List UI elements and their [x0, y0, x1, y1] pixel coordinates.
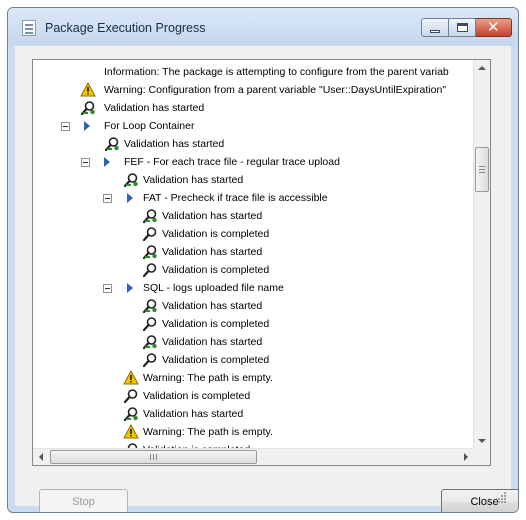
validation-started-icon [142, 208, 158, 224]
collapse-icon[interactable] [81, 158, 90, 167]
tree-row-label: Warning: Configuration from a parent var… [104, 84, 447, 96]
container-arrow-icon [84, 121, 90, 131]
tree-row[interactable]: FEF - For each trace file - regular trac… [33, 153, 474, 171]
tree-row[interactable]: Validation has started [33, 207, 474, 225]
tree-row[interactable]: Validation is completed [33, 261, 474, 279]
validation-started-icon [142, 244, 158, 260]
container-arrow-icon [127, 193, 133, 203]
tree-row-label: Validation has started [104, 102, 205, 114]
tree-row-label: Information: The package is attempting t… [104, 66, 449, 78]
tree-row[interactable]: FAT - Precheck if trace file is accessib… [33, 189, 474, 207]
title-bar[interactable]: Package Execution Progress ✕ [8, 8, 518, 46]
tree-row[interactable]: Validation has started [33, 171, 474, 189]
tree-row[interactable]: For Loop Container [33, 117, 474, 135]
validation-started-icon [80, 100, 96, 116]
scroll-corner [473, 448, 490, 465]
tree-row-label: Validation has started [162, 246, 263, 258]
package-document-icon [22, 20, 36, 36]
close-icon: ✕ [487, 18, 500, 36]
tree-row[interactable]: Validation is completed [33, 387, 474, 405]
collapse-icon[interactable] [61, 122, 70, 131]
tree-row-label: SQL - logs uploaded file name [143, 282, 284, 294]
scroll-left-icon[interactable] [39, 453, 43, 461]
tree-row-label: FEF - For each trace file - regular trac… [124, 156, 340, 168]
tree-row-label: For Loop Container [104, 120, 195, 132]
minimize-button[interactable] [421, 18, 449, 37]
tree-row[interactable]: Validation has started [33, 297, 474, 315]
tree-row-label: Validation is completed [162, 354, 270, 366]
container-arrow-icon [127, 283, 133, 293]
tree-row[interactable]: SQL - logs uploaded file name [33, 279, 474, 297]
validation-completed-icon [142, 262, 158, 278]
minimize-icon [430, 30, 440, 33]
dialog-client-area: Validation is completed Warning: The path… [15, 46, 518, 512]
tree-row[interactable]: Validation has started [33, 405, 474, 423]
tree-row-label: Warning: The path is empty. [143, 372, 273, 384]
tree-row-label: Validation is completed [162, 228, 270, 240]
maximize-button[interactable] [449, 18, 476, 37]
warning-icon [123, 369, 139, 386]
tree-row[interactable]: Warning: Configuration from a parent var… [33, 81, 474, 99]
scroll-down-icon[interactable] [478, 439, 486, 443]
tree-row-label: Validation has started [162, 210, 263, 222]
warning-icon [80, 81, 96, 98]
package-execution-progress-window: Package Execution Progress ✕ Validation … [7, 7, 519, 513]
validation-started-icon [142, 298, 158, 314]
scroll-right-icon[interactable] [464, 453, 468, 461]
tree-row[interactable]: Validation is completed [33, 225, 474, 243]
tree-row-label: FAT - Precheck if trace file is accessib… [143, 192, 328, 204]
tree-row[interactable]: Validation has started [33, 135, 474, 153]
warning-icon [123, 423, 139, 440]
tree-row-label: Validation has started [162, 336, 263, 348]
tree-row[interactable]: Warning: The path is empty. [33, 423, 474, 441]
close-window-button[interactable]: ✕ [476, 18, 512, 37]
validation-completed-icon [142, 316, 158, 332]
tree-row[interactable]: Warning: The path is empty. [33, 369, 474, 387]
tree-row-label: Validation has started [143, 174, 244, 186]
validation-started-icon [142, 334, 158, 350]
tree-row[interactable]: Information: The package is attempting t… [33, 63, 474, 81]
window-title: Package Execution Progress [45, 21, 206, 35]
validation-started-icon [123, 406, 139, 422]
validation-started-icon [104, 136, 120, 152]
tree-row-label: Validation is completed [162, 318, 270, 330]
validation-completed-icon [142, 226, 158, 242]
tree-row[interactable]: Validation has started [33, 99, 474, 117]
collapse-icon[interactable] [103, 194, 112, 203]
collapse-icon[interactable] [103, 284, 112, 293]
stop-button[interactable]: Stop [39, 489, 128, 512]
horizontal-scrollbar[interactable] [33, 448, 474, 465]
maximize-icon [457, 23, 468, 32]
tree-row[interactable]: Validation has started [33, 333, 474, 351]
tree-row-label: Warning: The path is empty. [143, 426, 273, 438]
tree-row[interactable]: Validation is completed [33, 351, 474, 369]
tree-row-label: Validation has started [162, 300, 263, 312]
tree-row-label: Validation has started [143, 408, 244, 420]
resize-grip-icon[interactable] [495, 491, 507, 503]
tree-row-label: Validation is completed [143, 390, 251, 402]
scroll-up-icon[interactable] [478, 66, 486, 70]
tree-row[interactable]: Validation has started [33, 243, 474, 261]
tree-row-label: Validation is completed [162, 264, 270, 276]
vertical-scrollbar[interactable] [473, 60, 490, 450]
progress-tree[interactable]: Validation is completed Warning: The path… [32, 59, 491, 466]
vertical-scroll-thumb[interactable] [475, 147, 489, 192]
tree-row-label: Validation has started [124, 138, 225, 150]
tree-row[interactable]: Validation is completed [33, 315, 474, 333]
validation-started-icon [123, 172, 139, 188]
close-button[interactable]: Close [441, 489, 518, 512]
container-arrow-icon [104, 157, 110, 167]
horizontal-scroll-thumb[interactable] [50, 450, 257, 464]
validation-completed-icon [142, 352, 158, 368]
validation-completed-icon [123, 388, 139, 404]
